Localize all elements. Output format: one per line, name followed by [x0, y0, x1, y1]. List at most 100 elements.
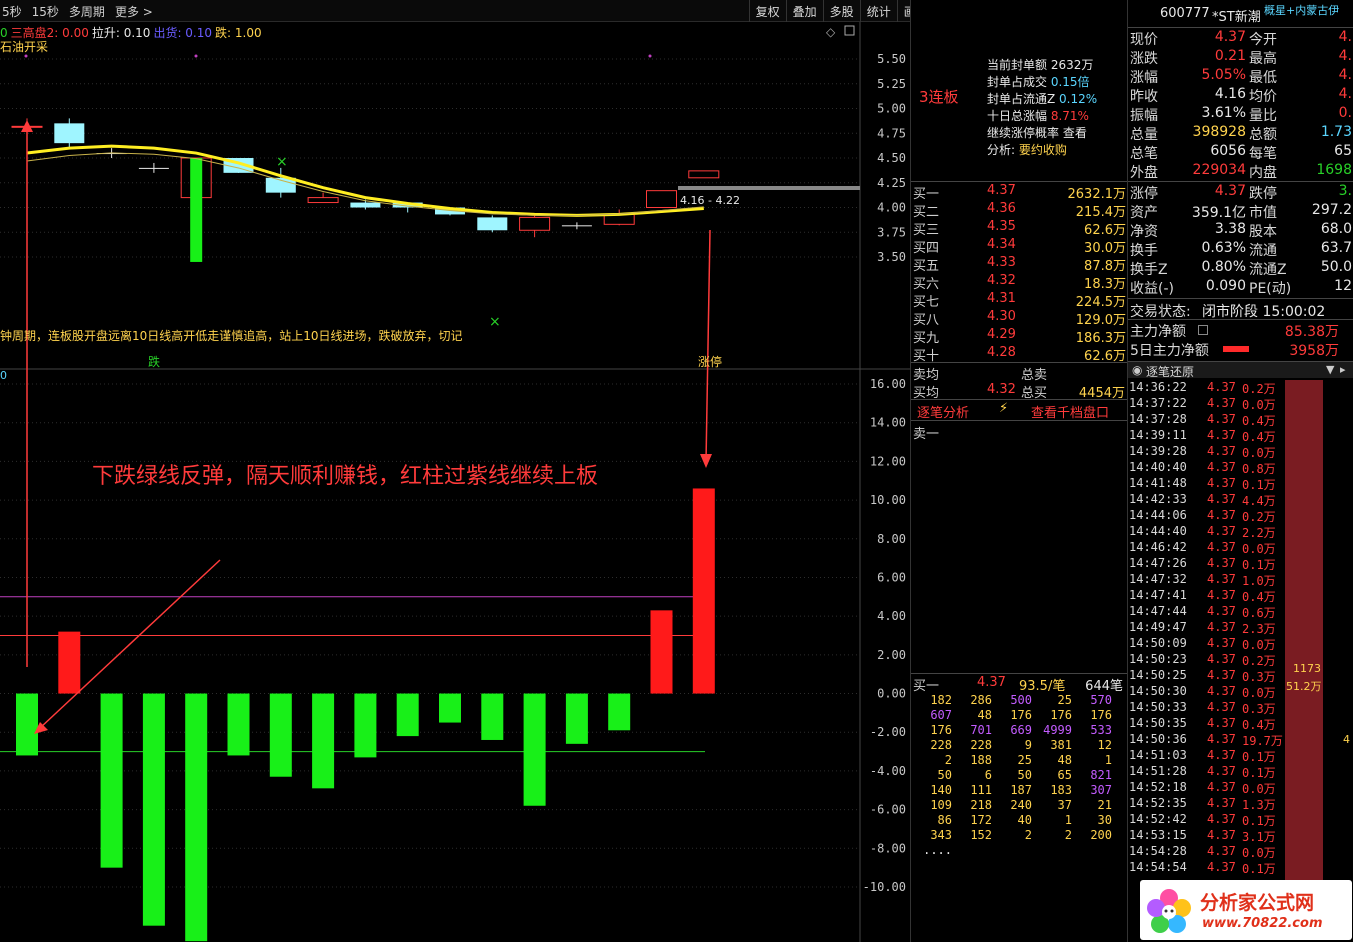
- buy-level-6[interactable]: 买六 4.32 18.3万: [913, 273, 1126, 292]
- period-tab-2[interactable]: 多周期: [69, 3, 105, 20]
- tick-row: 14:37:22 4.37 0.0万: [1128, 396, 1328, 412]
- watermark-url: www.70822.com: [1202, 916, 1323, 931]
- flow-bar-icon: [1198, 325, 1208, 335]
- buy-level-8[interactable]: 买八 4.30 129.0万: [913, 309, 1126, 328]
- level-volume: 215.4万: [1075, 205, 1126, 220]
- tick-row: 14:50:36 4.37 19.7万: [1128, 732, 1328, 748]
- streak-badge: 3连板: [919, 88, 959, 106]
- diamond-icon[interactable]: ◇: [826, 25, 836, 39]
- queue-cell: 86: [937, 813, 952, 827]
- queue-cell: 183: [1050, 783, 1072, 797]
- tick-row: 14:44:40 4.37 2.2万: [1128, 524, 1328, 540]
- tick-price: 4.37: [1207, 508, 1236, 522]
- seal-label-1: 封单占成交: [987, 75, 1048, 89]
- tick-volume: 2.2万: [1242, 526, 1276, 540]
- buy-level-3[interactable]: 买三 4.35 62.6万: [913, 219, 1126, 238]
- seal-line-2: 封单占流通Z 0.12%: [987, 90, 1097, 107]
- period-tab-1[interactable]: 15秒: [32, 3, 59, 20]
- quote-row-2: 涨幅 5.05% 最低 4.: [1130, 67, 1352, 86]
- buy-level-10[interactable]: 买十 4.28 62.6万: [913, 345, 1126, 364]
- tick-row: 14:50:30 4.37 0.0万: [1128, 684, 1328, 700]
- queue-cell: 37: [1057, 798, 1072, 812]
- strategy-note: 钟周期，连板股开盘远离10日线高开低走谨慎追高，站上10日线进场，跌破放弃，切记: [0, 329, 463, 343]
- toolbar-button-1[interactable]: 叠加: [785, 0, 823, 22]
- collapse-icon[interactable]: ◉: [1132, 363, 1142, 377]
- flow5-value: 3958万: [1289, 343, 1339, 359]
- level-price: 4.30: [987, 309, 1016, 324]
- quote-value-2: 4.: [1338, 29, 1352, 45]
- lower-axis-label-0: 16.00: [870, 377, 906, 391]
- lower-axis-label-4: 8.00: [877, 532, 906, 546]
- quote-value: 0.21: [1214, 48, 1246, 64]
- indicator-bar-7: [312, 693, 335, 789]
- tick-row: 14:52:35 4.37 1.3万: [1128, 796, 1328, 812]
- level-volume: 2632.1万: [1067, 187, 1127, 202]
- queue-row: 228 228 9 381 12: [912, 738, 1125, 753]
- tick-price: 4.37: [1207, 764, 1236, 778]
- toolbar-button-0[interactable]: 复权: [748, 0, 786, 22]
- queue-cell: 176: [1090, 708, 1112, 722]
- queue-cell: [992, 843, 1032, 858]
- queue-cell: 6: [984, 768, 992, 782]
- tick-time: 14:50:36: [1129, 732, 1187, 746]
- buy-level-4[interactable]: 买四 4.34 30.0万: [913, 237, 1126, 256]
- tick-price: 4.37: [1207, 860, 1236, 874]
- ticks-title: 逐笔还原: [1146, 365, 1195, 379]
- buy-level-2[interactable]: 买二 4.36 215.4万: [913, 201, 1126, 220]
- tick-volume: 0.0万: [1242, 638, 1276, 652]
- level-price: 4.33: [987, 255, 1016, 270]
- quote-value: 5.05%: [1201, 67, 1246, 83]
- fall-label: 跌: [148, 355, 161, 369]
- buy-avg-price: 4.32: [987, 382, 1016, 397]
- indicator-bar-4: [185, 693, 208, 942]
- quote-value: 0.63%: [1201, 240, 1246, 256]
- level-volume: 30.0万: [1084, 241, 1126, 256]
- quote-value-2: 1.73: [1320, 124, 1352, 140]
- queue-cell: 228: [970, 738, 992, 752]
- tick-time: 14:41:48: [1129, 476, 1187, 490]
- candle-body-11: [477, 217, 508, 231]
- queue-cell: 21: [1097, 798, 1112, 812]
- upper-axis-label-4: 4.50: [877, 151, 906, 165]
- order-queue: 182 286 500 25 570 607 48 176 176 176 176 701 669 499…: [912, 693, 1125, 858]
- upper-axis-label-7: 3.75: [877, 225, 906, 239]
- quote-key: 涨幅: [1130, 70, 1158, 86]
- tick-volume: 0.1万: [1242, 478, 1276, 492]
- buy-level-7[interactable]: 买七 4.31 224.5万: [913, 291, 1126, 310]
- tab-depth-book[interactable]: 查看千档盘口: [1031, 402, 1109, 421]
- tick-row: 14:54:54 4.37 0.1万: [1128, 860, 1328, 876]
- queue-cell: 182: [930, 693, 952, 707]
- tick-volume: 1.3万: [1242, 798, 1276, 812]
- quote-value-2: 12: [1334, 278, 1352, 294]
- queue-cell: 343: [930, 828, 952, 842]
- tick-time: 14:47:32: [1129, 572, 1187, 586]
- indicator-bar-16: [692, 488, 715, 694]
- watermark-title: 分析家公式网: [1200, 892, 1315, 914]
- window-icon[interactable]: [844, 25, 855, 36]
- tab-tick-analysis[interactable]: 逐笔分析: [917, 402, 969, 421]
- main-flow-label: 主力净额: [1130, 324, 1186, 340]
- upper-axis-label-0: 5.50: [877, 52, 906, 66]
- flow5-bar: [1223, 346, 1249, 352]
- tick-time: 14:50:30: [1129, 684, 1187, 698]
- tick-price: 4.37: [1207, 844, 1236, 858]
- toolbar-button-3[interactable]: 统计: [859, 0, 897, 22]
- queue-cell: 607: [930, 708, 952, 722]
- tick-time: 14:44:06: [1129, 508, 1187, 522]
- level-price: 4.34: [987, 237, 1016, 252]
- quote-value: 4.37: [1214, 29, 1246, 45]
- tick-row: 14:51:28 4.37 0.1万: [1128, 764, 1328, 780]
- period-tab-3[interactable]: 更多 >: [115, 3, 153, 20]
- toolbar-button-2[interactable]: 多股: [822, 0, 860, 22]
- lower-indicator-label: 0: [0, 369, 7, 382]
- buy-level-1[interactable]: 买一 4.37 2632.1万: [913, 183, 1127, 202]
- filter-icon[interactable]: ▼: [1326, 363, 1334, 376]
- concept-tags[interactable]: 概星+内蒙古伊: [1264, 2, 1339, 18]
- buy-level-5[interactable]: 买五 4.33 87.8万: [913, 255, 1126, 274]
- tick-time: 14:50:23: [1129, 652, 1187, 666]
- expand-icon[interactable]: ▸: [1340, 363, 1346, 376]
- period-tab-0[interactable]: 5秒: [2, 3, 22, 20]
- quote-value: 6056: [1210, 143, 1246, 159]
- buy-level-9[interactable]: 买九 4.29 186.3万: [913, 327, 1126, 346]
- tick-volume: 3.1万: [1242, 830, 1276, 844]
